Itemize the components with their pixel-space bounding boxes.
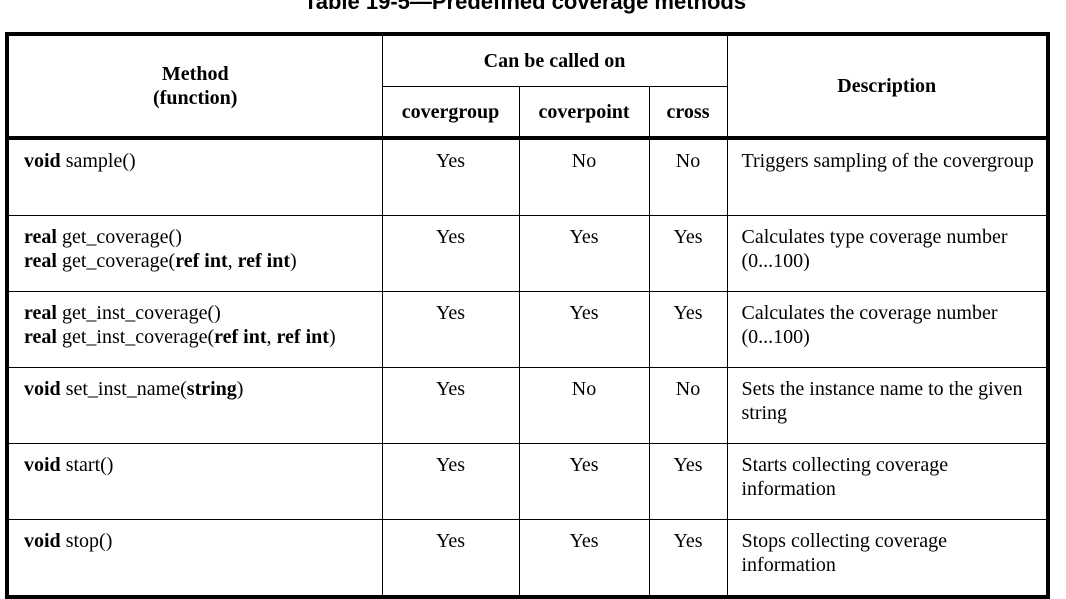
keyword: void bbox=[24, 530, 61, 552]
signature-text: get_coverage() bbox=[56, 226, 182, 248]
signature-text: get_coverage( bbox=[56, 250, 176, 272]
description-cell: Triggers sampling of the covergroup bbox=[726, 137, 1049, 216]
method-cell: void stop() bbox=[6, 519, 383, 598]
keyword: real bbox=[24, 302, 57, 324]
keyword: ref int bbox=[214, 326, 267, 348]
signature-text: ) bbox=[290, 250, 297, 272]
table-row: void start() Yes Yes Yes Starts collecting c… bbox=[6, 443, 1049, 520]
keyword: ref int bbox=[237, 250, 291, 272]
header-method-sub: (function) bbox=[153, 87, 238, 109]
header-can-be-called-on: Can be called on bbox=[381, 33, 728, 87]
signature-text: stop() bbox=[60, 530, 113, 552]
covergroup-cell: Yes bbox=[381, 367, 520, 444]
method-signature: real get_inst_coverage() bbox=[24, 301, 382, 325]
method-signature: void stop() bbox=[24, 529, 382, 553]
cross-cell: Yes bbox=[648, 443, 728, 520]
table-caption: Table 19-5—Predefined coverage methods bbox=[303, 0, 747, 14]
keyword: ref int bbox=[175, 250, 228, 272]
description-cell: Calculates type coverage number (0...100… bbox=[726, 215, 1049, 292]
coverpoint-cell: Yes bbox=[518, 291, 650, 368]
signature-text: get_inst_coverage() bbox=[56, 302, 221, 324]
coverpoint-cell: Yes bbox=[518, 443, 650, 520]
keyword: ref int bbox=[276, 326, 329, 348]
header-covergroup: covergroup bbox=[381, 86, 520, 140]
method-signature: void start() bbox=[24, 453, 382, 477]
header-description: Description bbox=[726, 33, 1049, 140]
coverpoint-cell: No bbox=[518, 367, 650, 444]
covergroup-cell: Yes bbox=[381, 291, 520, 368]
header-cross: cross bbox=[648, 86, 728, 140]
description-cell: Starts collecting coverage information bbox=[726, 443, 1049, 520]
coverpoint-cell: Yes bbox=[518, 215, 650, 292]
description-cell: Calculates the coverage number (0...100) bbox=[726, 291, 1049, 368]
signature-text: ) bbox=[236, 378, 244, 400]
cross-cell: No bbox=[648, 367, 728, 444]
covergroup-cell: Yes bbox=[381, 443, 520, 520]
keyword: real bbox=[24, 326, 57, 348]
signature-text: sample() bbox=[60, 150, 136, 172]
header-method-label: Method bbox=[161, 63, 229, 85]
coverpoint-cell: No bbox=[518, 137, 650, 216]
header-method: Method (function) bbox=[6, 33, 383, 140]
cross-cell: Yes bbox=[648, 215, 728, 292]
table-row: real get_inst_coverage() real get_inst_co… bbox=[6, 291, 1049, 368]
method-signature: real get_coverage(ref int, ref int) bbox=[24, 249, 382, 273]
method-cell: void start() bbox=[6, 443, 383, 520]
keyword: void bbox=[24, 378, 61, 400]
method-signature: void sample() bbox=[24, 149, 382, 173]
keyword: void bbox=[24, 150, 61, 172]
table-row: void stop() Yes Yes Yes Stops collecting cov… bbox=[6, 519, 1049, 598]
coverpoint-cell: Yes bbox=[518, 519, 650, 598]
method-cell: void sample() bbox=[6, 137, 383, 216]
coverage-methods-table: Method (function) Can be called on Descr… bbox=[5, 32, 1050, 599]
table-body: void sample() Yes No No Triggers sampling of… bbox=[6, 137, 1049, 598]
covergroup-cell: Yes bbox=[381, 137, 520, 216]
cross-cell: No bbox=[648, 137, 728, 216]
method-signature: real get_inst_coverage(ref int, ref int) bbox=[24, 325, 382, 349]
method-cell: real get_coverage() real get_coverage(ref… bbox=[6, 215, 383, 292]
keyword: void bbox=[24, 454, 61, 476]
signature-text: ) bbox=[328, 326, 336, 348]
keyword: string bbox=[186, 378, 237, 400]
cross-cell: Yes bbox=[648, 291, 728, 368]
method-signature: real get_coverage() bbox=[24, 225, 382, 249]
method-cell: real get_inst_coverage() real get_inst_co… bbox=[6, 291, 383, 368]
keyword: real bbox=[24, 250, 57, 272]
header-coverpoint: coverpoint bbox=[518, 86, 650, 140]
method-cell: void set_inst_name(string) bbox=[6, 367, 383, 444]
signature-text: get_inst_coverage( bbox=[56, 326, 215, 348]
method-signature: void set_inst_name(string) bbox=[24, 377, 382, 401]
description-cell: Sets the instance name to the given stri… bbox=[726, 367, 1049, 444]
cross-cell: Yes bbox=[648, 519, 728, 598]
keyword: real bbox=[24, 226, 57, 248]
covergroup-cell: Yes bbox=[381, 215, 520, 292]
signature-text: , bbox=[266, 326, 277, 348]
covergroup-cell: Yes bbox=[381, 519, 520, 598]
table-row: void sample() Yes No No Triggers sampling of… bbox=[6, 137, 1049, 216]
signature-text: start() bbox=[60, 454, 114, 476]
table-row: real get_coverage() real get_coverage(ref… bbox=[6, 215, 1049, 292]
signature-text: , bbox=[227, 250, 238, 272]
description-cell: Stops collecting coverage information bbox=[726, 519, 1049, 598]
signature-text: set_inst_name( bbox=[60, 378, 187, 400]
table-row: void set_inst_name(string) Yes No No Sets th… bbox=[6, 367, 1049, 444]
